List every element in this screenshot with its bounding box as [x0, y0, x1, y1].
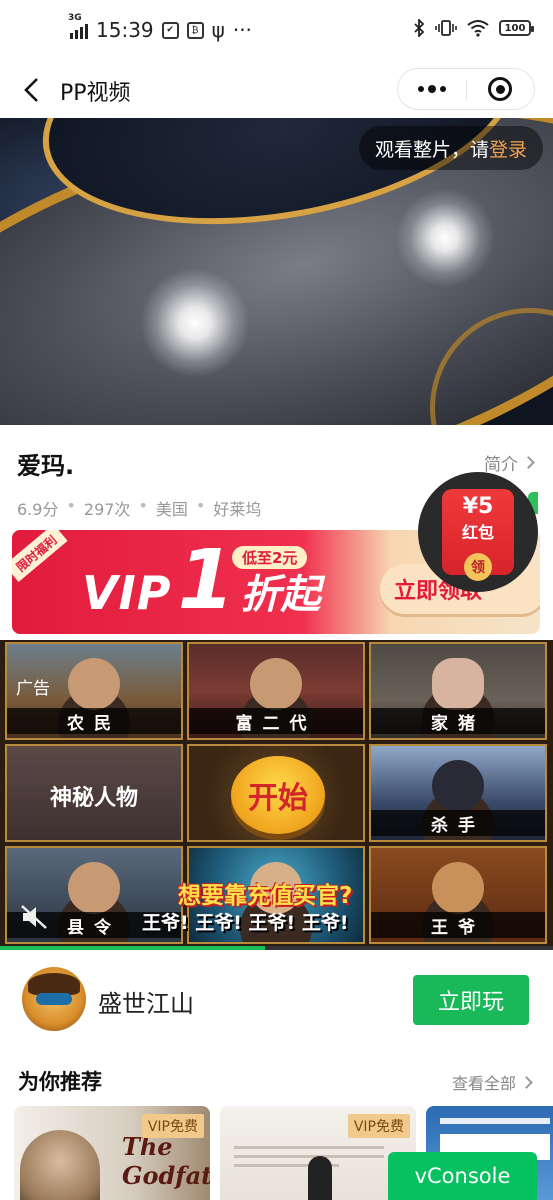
ad-cell-caption: 神秘人物	[49, 786, 138, 811]
movie-score: 6.9分	[17, 500, 59, 519]
chevron-right-icon	[520, 1075, 533, 1089]
vip-number: 1	[177, 533, 235, 628]
ad-cell: 王爷	[369, 846, 547, 944]
signal-icon: 3G	[68, 13, 88, 39]
ad-cell-caption: 王爷	[371, 912, 545, 938]
close-target-icon	[488, 77, 513, 101]
vip-tag: 限时福利	[12, 530, 68, 582]
recommend-card[interactable]: VIP免费	[220, 1106, 416, 1200]
vip-free-badge: VIP免费	[141, 1114, 204, 1138]
status-bar: 3G 15:39 ✔ ₿ ψ ··· 100	[0, 0, 553, 62]
ad-progress-bar	[0, 946, 553, 950]
vibrate-icon	[435, 20, 457, 36]
ad-cell-caption: 家猪	[371, 708, 545, 734]
ad-label: 广告	[16, 679, 50, 699]
red-packet-amount: ¥5	[462, 494, 494, 519]
red-packet-label: 红包	[461, 523, 494, 542]
usb-icon: ψ	[211, 18, 225, 42]
game-ad[interactable]: 农民 富二代 家猪 神秘人物 开始 杀手 县令 王爷 广告 想要靠充值买官? 王…	[0, 640, 553, 948]
ad-cell-caption: 农民	[7, 708, 181, 734]
movie-source: 好莱坞	[213, 500, 262, 519]
back-button[interactable]	[14, 70, 48, 110]
ad-cell: 家猪	[369, 642, 547, 740]
ad-promo-headline: 想要靠充值买官?	[178, 883, 353, 909]
meta-separator: •	[138, 496, 148, 515]
intro-label: 简介	[484, 455, 518, 475]
ad-cell: 神秘人物	[5, 744, 183, 842]
ad-cell-caption: 富二代	[189, 708, 363, 734]
recommend-title: 为你推荐	[18, 1070, 102, 1094]
mute-icon[interactable]	[20, 904, 50, 930]
meta-separator: •	[66, 496, 76, 515]
red-packet-icon: ¥5 红包 领	[442, 489, 514, 581]
battery-level: 100	[504, 22, 526, 34]
game-name: 盛世江山	[98, 990, 194, 1018]
app-notification-icon: ₿	[186, 21, 204, 39]
vip-free-badge: VIP免费	[347, 1114, 410, 1138]
vip-suffix: 折起	[240, 572, 321, 618]
network-type: 3G	[68, 13, 82, 23]
status-time: 15:39	[96, 18, 154, 42]
red-packet-claim: 领	[464, 553, 492, 581]
wifi-icon	[467, 20, 489, 37]
more-dots-icon	[417, 85, 446, 93]
ad-start-button: 开始	[231, 756, 325, 834]
vconsole-button[interactable]: vConsole	[388, 1152, 537, 1200]
chevron-left-icon	[24, 78, 38, 102]
movie-title: 爱玛.	[17, 452, 75, 480]
red-packet-float[interactable]: ¥5 红包 领	[418, 472, 538, 592]
ad-cell: 富二代	[187, 642, 365, 740]
meta-separator: •	[195, 496, 206, 515]
recommend-card[interactable]: The Godfather VIP免费	[14, 1106, 210, 1200]
miniprogram-capsule	[397, 68, 535, 110]
bluetooth-icon	[414, 19, 425, 37]
game-avatar	[22, 967, 86, 1031]
vip-word: VIP	[82, 566, 172, 620]
movie-plays: 297次	[83, 500, 131, 519]
ad-cell: 杀手	[369, 744, 547, 842]
login-link[interactable]: 登录	[489, 135, 527, 162]
page-title: PP视频	[60, 81, 131, 106]
close-miniprogram-button[interactable]	[467, 69, 535, 109]
poster-title: The Godfather	[122, 1132, 210, 1190]
play-now-button[interactable]: 立即玩	[413, 975, 529, 1025]
more-notifications-icon: ···	[232, 18, 252, 42]
login-prompt[interactable]: 观看整片，请 登录	[358, 126, 543, 170]
game-entry: 盛世江山 立即玩	[0, 960, 553, 1042]
nav-bar: PP视频	[0, 62, 553, 118]
movie-meta: 6.9分 • 297次 • 美国 • 好莱坞	[17, 496, 261, 520]
view-all-link[interactable]: 查看全部	[451, 1070, 533, 1094]
vip-low-price: 低至2元	[232, 546, 308, 569]
chevron-right-icon	[522, 456, 535, 469]
intro-link[interactable]: 简介	[484, 450, 535, 475]
notification-icon: ✔	[161, 21, 179, 39]
ad-cell: 开始	[187, 744, 365, 842]
battery-icon: 100	[499, 20, 534, 36]
movie-region: 美国	[155, 500, 188, 519]
more-button[interactable]	[398, 69, 466, 109]
login-prompt-text: 观看整片，请	[374, 138, 489, 161]
ad-promo-subline: 王爷! 王爷! 王爷! 王爷!	[142, 912, 349, 934]
view-all-label: 查看全部	[451, 1074, 516, 1093]
video-player[interactable]: 观看整片，请 登录	[0, 118, 553, 425]
ad-cell-caption: 杀手	[371, 810, 545, 836]
